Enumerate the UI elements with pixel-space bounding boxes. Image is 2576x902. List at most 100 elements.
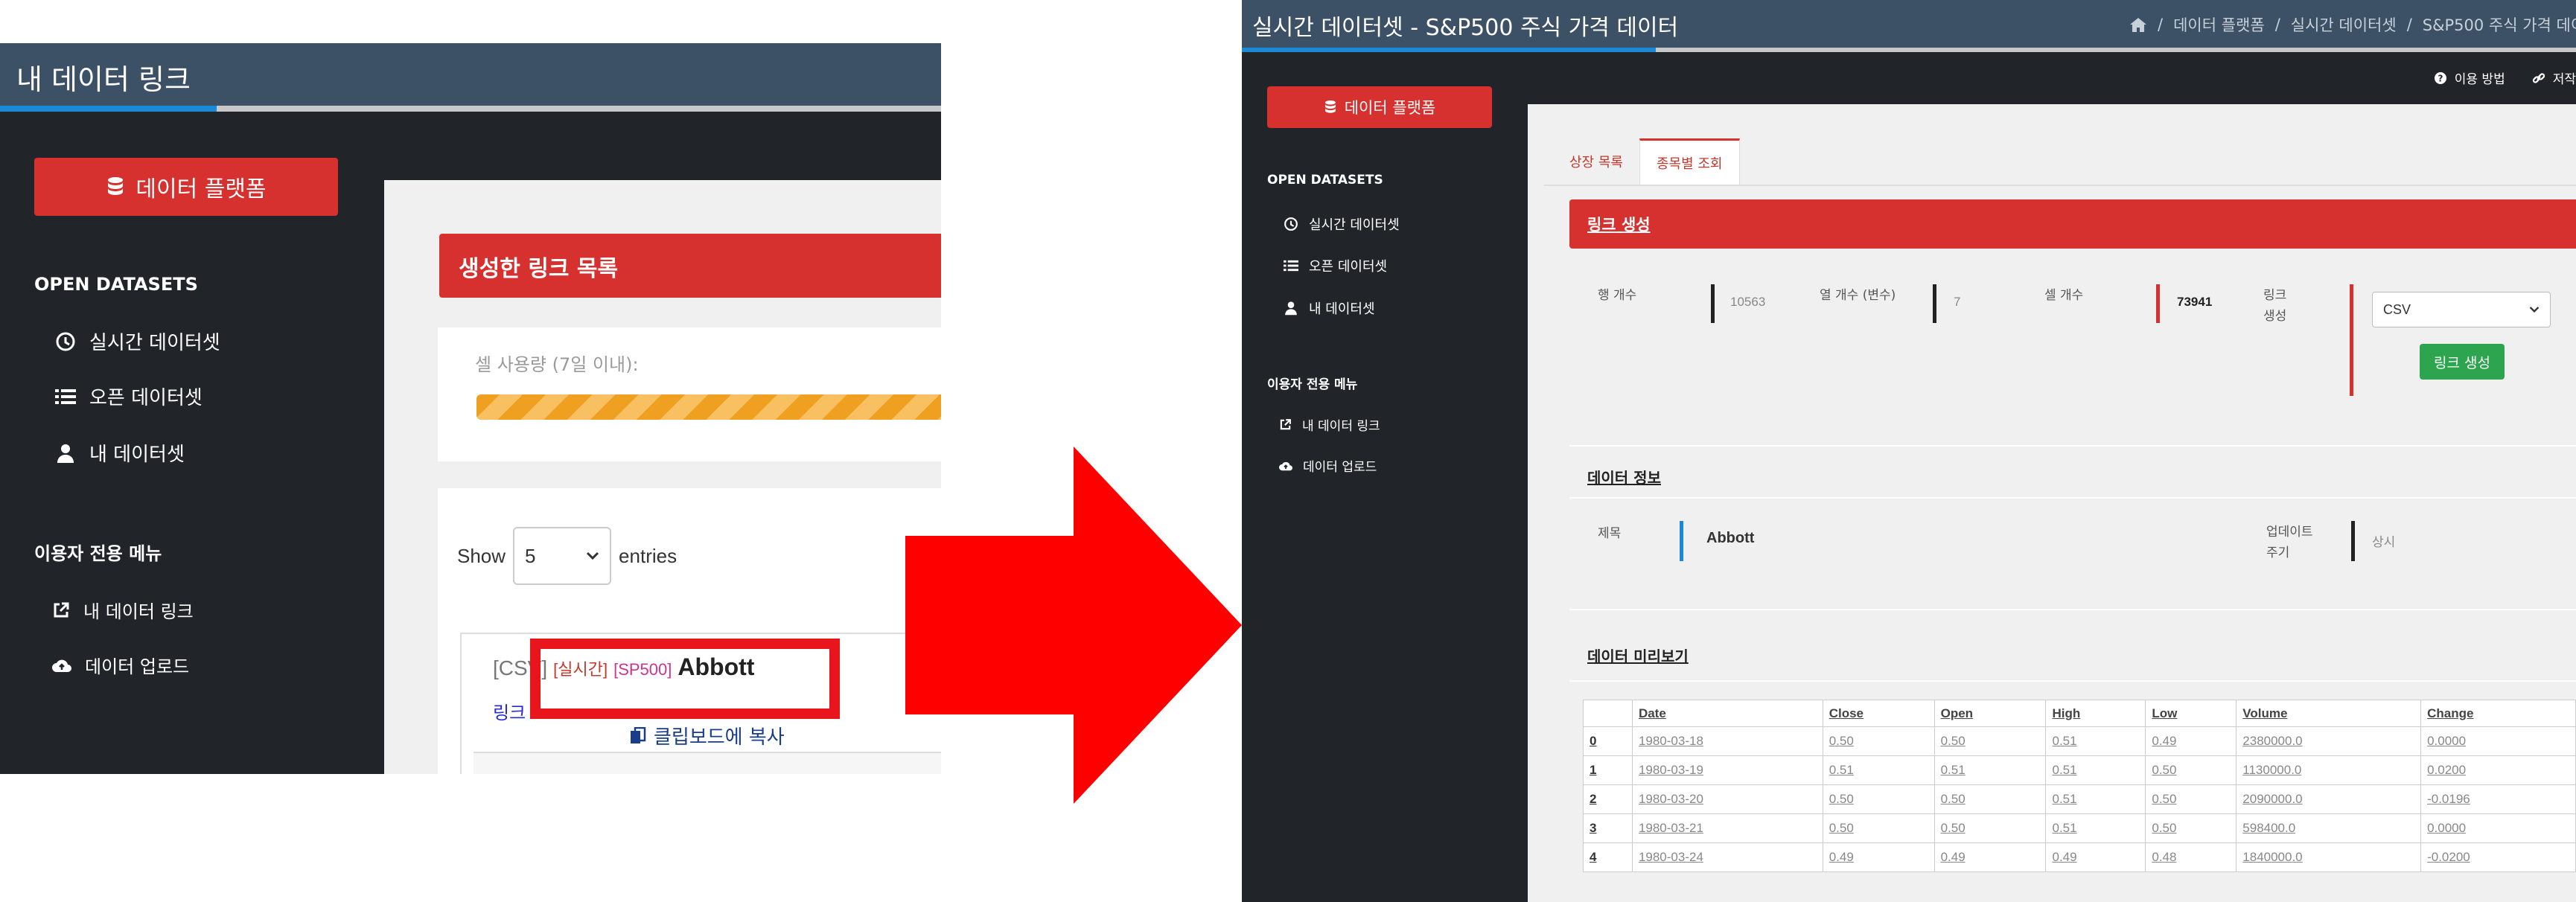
table-cell: 0.51 [1933, 755, 2047, 785]
left-header-title: 내 데이터 링크 [16, 63, 191, 96]
data-preview-table: Date Close Open High Low Volume Change 0… [1583, 700, 2576, 872]
tab-listing[interactable]: 상장 목록 [1553, 138, 1639, 185]
right-header-title: 실시간 데이터셋 - S&P500 주식 가격 데이터 [1252, 15, 1679, 41]
copyright-link[interactable]: 저작 [2532, 68, 2576, 87]
cloud-upload-icon [1279, 461, 1292, 470]
generate-link-button-label: 링크 생성 [2434, 354, 2490, 371]
table-cell: -0.0200 [2420, 842, 2576, 872]
left-nav-realtime[interactable]: 실시간 데이터셋 [55, 327, 220, 355]
left-platform-button[interactable]: 데이터 플랫폼 [34, 158, 338, 216]
tab-lookup[interactable]: 종목별 조회 [1639, 138, 1740, 185]
link-create-header: 링크 생성 [1569, 199, 2576, 249]
breadcrumb-sep-0: / [2158, 16, 2164, 33]
entry-link[interactable]: 링크 [493, 698, 526, 724]
left-nav-upload-label: 데이터 업로드 [85, 656, 190, 677]
breadcrumb-sep-2: / [2406, 16, 2412, 33]
copy-to-clipboard-button[interactable]: 클립보드에 복사 [630, 722, 785, 749]
format-select[interactable]: CSV [2372, 292, 2551, 327]
copy-icon [631, 726, 646, 743]
show-label: Show [457, 544, 506, 567]
left-nav-open-label: 오픈 데이터셋 [89, 387, 203, 409]
table-cell: 0.51 [1822, 755, 1935, 785]
update-bar [2351, 521, 2355, 561]
table-cell: 1980-03-18 [1631, 726, 1823, 756]
topbar-links: ? 이용 방법 저작 [2434, 68, 2576, 87]
external-link-icon [54, 602, 69, 617]
left-link-list-header: 생성한 링크 목록 [439, 234, 941, 298]
table-cell: 0.49 [2145, 726, 2237, 756]
table-cell: 0.50 [2145, 813, 2237, 843]
right-tabs: 상장 목록 종목별 조회 [1553, 138, 1740, 185]
left-nav-open[interactable]: 오픈 데이터셋 [55, 383, 203, 410]
right-platform-button-label: 데이터 플랫폼 [1344, 99, 1436, 117]
table-cell: 0.50 [1933, 813, 2047, 843]
svg-text:?: ? [2438, 73, 2443, 83]
right-nav-open[interactable]: 오픈 데이터셋 [1284, 256, 1387, 275]
table-row: 4 1980-03-24 0.49 0.49 0.49 0.48 1840000… [1583, 842, 2576, 872]
external-link-icon [1280, 419, 1291, 430]
right-topbar: ? 이용 방법 저작 [1528, 52, 2576, 104]
left-nav-upload[interactable]: 데이터 업로드 [52, 652, 189, 678]
table-header-low[interactable]: Low [2145, 700, 2237, 727]
update-label-1: 업데이트 [2266, 525, 2313, 540]
list-icon [1284, 260, 1298, 272]
table-cell: 0.51 [2045, 755, 2146, 785]
format-select-value: CSV [2383, 301, 2411, 317]
cols-bar [1933, 284, 1936, 323]
link-create-title: 링크 생성 [1587, 216, 1651, 234]
clock-icon [1284, 217, 1298, 231]
table-header-volume[interactable]: Volume [2236, 700, 2422, 727]
cell-usage-progress-bar [476, 394, 941, 420]
help-link[interactable]: ? 이용 방법 [2434, 68, 2505, 87]
right-nav-open-label: 오픈 데이터셋 [1309, 259, 1388, 275]
table-cell: 0.49 [2045, 842, 2146, 872]
table-header-open[interactable]: Open [1933, 700, 2047, 727]
right-section-open-datasets: OPEN DATASETS [1267, 173, 1383, 188]
data-info-title: 데이터 정보 [1587, 469, 1661, 487]
cells-value: 73941 [2177, 295, 2213, 309]
help-link-label: 이용 방법 [2454, 72, 2505, 87]
breadcrumb-item-platform[interactable]: 데이터 플랫폼 [2173, 13, 2265, 36]
table-cell: 1980-03-20 [1631, 784, 1823, 814]
cols-value: 7 [1954, 295, 1961, 309]
right-nav-realtime[interactable]: 실시간 데이터셋 [1284, 214, 1400, 234]
subject-bar [1680, 521, 1683, 561]
right-nav-upload[interactable]: 데이터 업로드 [1279, 456, 1377, 475]
home-icon[interactable] [2129, 16, 2147, 33]
divider-1 [1569, 445, 2576, 447]
table-cell: 0.50 [2145, 755, 2237, 785]
generate-link-button[interactable]: 링크 생성 [2420, 344, 2505, 380]
table-cell: 0.50 [1822, 813, 1935, 843]
table-cell: 2090000.0 [2236, 784, 2422, 814]
left-section-open-datasets: OPEN DATASETS [34, 274, 198, 295]
right-arrow-graphic [905, 447, 1242, 804]
user-icon [1285, 301, 1297, 316]
table-header-date[interactable]: Date [1631, 700, 1823, 727]
right-nav-my[interactable]: 내 데이터셋 [1284, 298, 1375, 318]
chevron-down-icon [586, 551, 599, 560]
right-platform-button[interactable]: 데이터 플랫폼 [1267, 86, 1492, 128]
cells-bar [2156, 284, 2160, 323]
right-nav-my-link[interactable]: 내 데이터 링크 [1279, 415, 1380, 434]
copy-bar [474, 752, 941, 774]
update-value: 상시 [2372, 535, 2396, 549]
left-nav-my[interactable]: 내 데이터셋 [55, 439, 185, 467]
cols-label: 열 개수 (변수) [1820, 288, 1896, 303]
entries-select[interactable]: 5 [513, 527, 612, 585]
table-header-change[interactable]: Change [2420, 700, 2576, 727]
breadcrumb-item-realtime[interactable]: 실시간 데이터셋 [2291, 13, 2397, 36]
table-cell: 3 [1583, 813, 1633, 843]
show-entries-control: Show 5 entries [457, 527, 677, 585]
right-nav-my-link-label: 내 데이터 링크 [1302, 419, 1380, 434]
right-nav-upload-label: 데이터 업로드 [1303, 460, 1377, 475]
table-header-close[interactable]: Close [1822, 700, 1935, 727]
right-nav-my-label: 내 데이터셋 [1309, 301, 1375, 317]
table-cell: 0.0000 [2420, 726, 2576, 756]
link-icon [2532, 72, 2545, 83]
right-screenshot: 실시간 데이터셋 - S&P500 주식 가격 데이터 / 데이터 플랫폼 / … [1242, 0, 2576, 902]
table-header-row: Date Close Open High Low Volume Change [1583, 700, 2576, 727]
table-header-high[interactable]: High [2045, 700, 2146, 727]
table-cell: 2380000.0 [2236, 726, 2422, 756]
left-nav-my-link[interactable]: 내 데이터 링크 [52, 597, 194, 623]
left-link-list-title: 생성한 링크 목록 [459, 256, 619, 282]
